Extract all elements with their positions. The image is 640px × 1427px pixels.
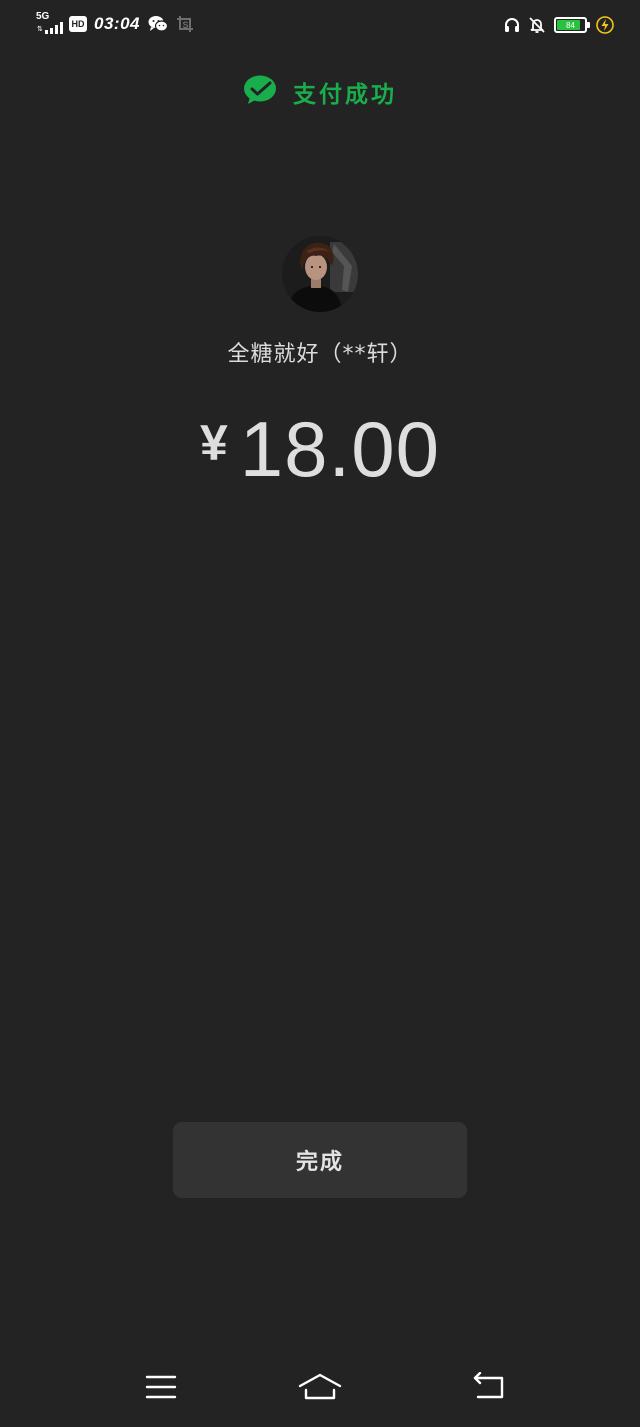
notifications-off-icon — [528, 16, 546, 34]
headphones-icon — [504, 17, 520, 33]
screenshot-icon: S — [176, 15, 194, 33]
status-bar-right: 84 — [496, 12, 614, 38]
hd-badge: HD — [69, 16, 87, 32]
battery-icon: 84 — [554, 17, 590, 33]
status-bar: 5G ⇅ HD 03:04 S 84 — [0, 0, 640, 48]
avatar — [282, 236, 358, 312]
data-arrows-icon: ⇅ — [37, 25, 43, 33]
home-icon — [298, 1373, 342, 1405]
battery-level-label: 84 — [566, 20, 575, 30]
signal-bars-icon — [45, 22, 63, 34]
home-button[interactable] — [298, 1372, 342, 1406]
payee-name: 全糖就好（**轩） — [227, 342, 413, 367]
network-indicator: 5G ⇅ — [36, 12, 66, 36]
system-nav-bar — [0, 1352, 640, 1427]
svg-text:S: S — [182, 20, 188, 30]
back-icon — [470, 1371, 506, 1406]
payment-amount: ¥ 18.00 — [0, 404, 640, 494]
menu-button[interactable] — [141, 1372, 181, 1406]
currency-symbol: ¥ — [199, 415, 228, 471]
payment-status-header: 支付成功 — [0, 72, 640, 112]
amount-value: 18.00 — [239, 404, 440, 493]
wechat-icon — [148, 15, 168, 33]
menu-icon — [145, 1374, 177, 1404]
wechat-pay-check-icon — [243, 75, 277, 109]
status-time: 03:04 — [94, 14, 140, 33]
back-button[interactable] — [468, 1371, 508, 1406]
done-button[interactable]: 完成 — [173, 1122, 467, 1198]
battery-cap — [587, 22, 590, 28]
charging-icon — [596, 16, 614, 34]
page-title: 支付成功 — [293, 82, 397, 108]
status-bar-left: 5G ⇅ HD 03:04 S — [36, 10, 194, 38]
